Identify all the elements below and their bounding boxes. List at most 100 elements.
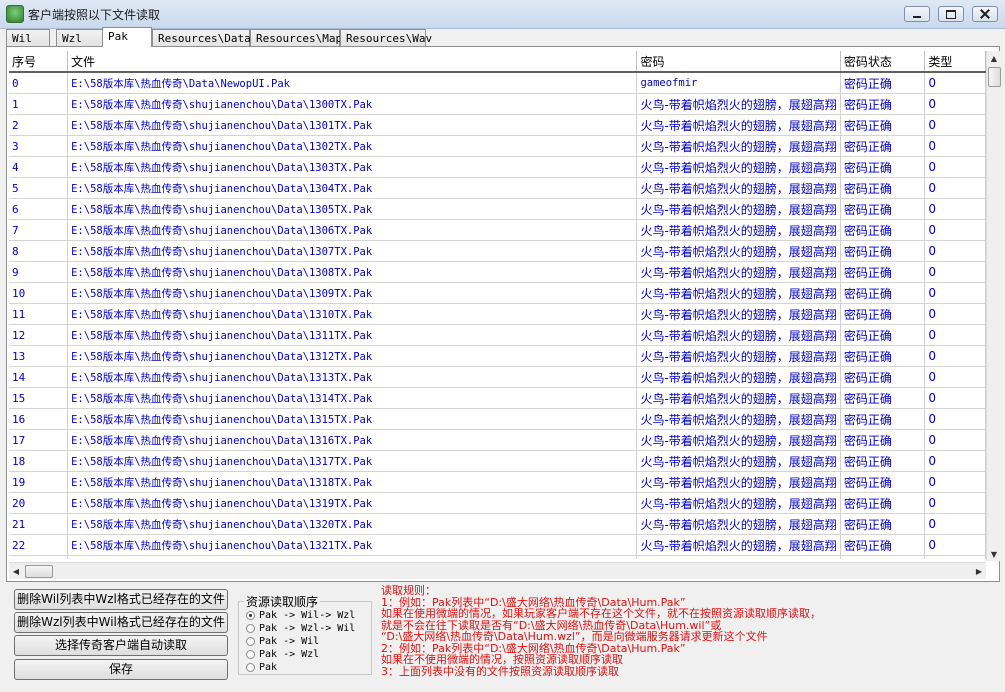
cell-type: 0 bbox=[924, 72, 986, 94]
tab-resources-map[interactable]: Resources\Map bbox=[250, 29, 342, 46]
cell-password: 火鸟-带着帜焰烈火的翅膀，展翅高翔 bbox=[636, 240, 841, 262]
order-option-label: Pak -> Wil bbox=[259, 636, 320, 647]
horizontal-scroll-thumb[interactable] bbox=[25, 565, 53, 578]
table-row[interactable]: 6 E:\58版本库\热血传奇\shujianenchou\Data\1305TX… bbox=[9, 198, 986, 220]
cell-password: 火鸟-带着帜焰烈火的翅膀，展翅高翔 bbox=[636, 555, 841, 559]
table-row[interactable]: 5 E:\58版本库\热血传奇\shujianenchou\Data\1304TX… bbox=[9, 177, 986, 199]
order-option-pak-wzl[interactable]: Pak -> Wzl bbox=[246, 648, 319, 661]
cell-type: 0 bbox=[924, 198, 986, 220]
table-row[interactable]: 14 E:\58版本库\热血传奇\shujianenchou\Data\1313T… bbox=[9, 366, 986, 388]
order-option-pak-wil-wzl[interactable]: Pak -> Wil-> Wzl bbox=[246, 609, 355, 622]
tab-resources-data[interactable]: Resources\Data bbox=[152, 29, 251, 46]
scroll-right-icon[interactable]: ▶ bbox=[972, 563, 986, 579]
column-header-password-status[interactable]: 密码状态 bbox=[840, 51, 926, 73]
minimize-icon bbox=[913, 15, 921, 18]
cell-password-status: 密码正确 bbox=[840, 366, 926, 388]
table-row[interactable]: 22 E:\58版本库\热血传奇\shujianenchou\Data\1321T… bbox=[9, 534, 986, 556]
column-header-type[interactable]: 类型 bbox=[924, 51, 986, 73]
order-option-pak-wil[interactable]: Pak -> Wil bbox=[246, 635, 319, 648]
cell-index: 11 bbox=[9, 303, 69, 325]
cell-password-status: 密码正确 bbox=[840, 345, 926, 367]
cell-file: E:\58版本库\热血传奇\shujianenchou\Data\1319TX.… bbox=[67, 492, 638, 514]
cell-password-status: 密码正确 bbox=[840, 324, 926, 346]
table-row[interactable]: 18 E:\58版本库\热血传奇\shujianenchou\Data\1317T… bbox=[9, 450, 986, 472]
save-button[interactable]: 保存 bbox=[14, 659, 228, 680]
scroll-up-icon[interactable]: ▲ bbox=[987, 51, 1001, 65]
table-row[interactable]: 21 E:\58版本库\热血传奇\shujianenchou\Data\1320T… bbox=[9, 513, 986, 535]
table-row[interactable]: 9 E:\58版本库\热血传奇\shujianenchou\Data\1308TX… bbox=[9, 261, 986, 283]
cell-index: 7 bbox=[9, 219, 69, 241]
cell-password: 火鸟-带着帜焰烈火的翅膀，展翅高翔 bbox=[636, 135, 841, 157]
cell-type: 0 bbox=[924, 240, 986, 262]
tab-wzl[interactable]: Wzl bbox=[56, 29, 104, 46]
table-row[interactable]: 4 E:\58版本库\热血传奇\shujianenchou\Data\1303TX… bbox=[9, 156, 986, 178]
table-row[interactable]: 0 E:\58版本库\热血传奇\Data\NewopUI.Pak gameofmir… bbox=[9, 72, 986, 94]
title-bar: 客户端按照以下文件读取 bbox=[0, 0, 1005, 29]
cell-password: 火鸟-带着帜焰烈火的翅膀，展翅高翔 bbox=[636, 471, 841, 493]
auto-read-client-button[interactable]: 选择传奇客户端自动读取 bbox=[14, 635, 228, 656]
column-header-file[interactable]: 文件 bbox=[67, 51, 638, 73]
cell-type: 0 bbox=[924, 93, 986, 115]
order-option-pak-wzl-wil[interactable]: Pak -> Wzl-> Wil bbox=[246, 622, 355, 635]
cell-index: 21 bbox=[9, 513, 69, 535]
cell-file: E:\58版本库\热血传奇\shujianenchou\Data\1306TX.… bbox=[67, 219, 638, 241]
minimize-button[interactable] bbox=[904, 6, 930, 22]
cell-index: 15 bbox=[9, 387, 69, 409]
cell-password-status: 密码正确 bbox=[840, 303, 926, 325]
column-header-index[interactable]: 序号 bbox=[9, 51, 69, 73]
tab-pak[interactable]: Pak bbox=[102, 27, 152, 47]
cell-type: 0 bbox=[924, 534, 986, 556]
cell-file: E:\58版本库\热血传奇\shujianenchou\Data\1310TX.… bbox=[67, 303, 638, 325]
table-row[interactable]: 23E:\58版本库\热血传奇\shujianenchou\Data\1322T… bbox=[9, 555, 986, 559]
table-row[interactable]: 13 E:\58版本库\热血传奇\shujianenchou\Data\1312T… bbox=[9, 345, 986, 367]
table-row[interactable]: 8 E:\58版本库\热血传奇\shujianenchou\Data\1307TX… bbox=[9, 240, 986, 262]
table-row[interactable]: 16 E:\58版本库\热血传奇\shujianenchou\Data\1315T… bbox=[9, 408, 986, 430]
cell-password: 火鸟-带着帜焰烈火的翅膀，展翅高翔 bbox=[636, 324, 841, 346]
cell-type: 0 bbox=[924, 114, 986, 136]
delete-wil-duplicates-button[interactable]: 删除Wil列表中Wzl格式已经存在的文件 bbox=[14, 589, 228, 610]
cell-file: E:\58版本库\热血传奇\shujianenchou\Data\1311TX.… bbox=[67, 324, 638, 346]
table-row[interactable]: 1 E:\58版本库\热血传奇\shujianenchou\Data\1300TX… bbox=[9, 93, 986, 115]
table-row[interactable]: 12 E:\58版本库\热血传奇\shujianenchou\Data\1311T… bbox=[9, 324, 986, 346]
cell-type: 0 bbox=[924, 135, 986, 157]
cell-file: E:\58版本库\热血传奇\shujianenchou\Data\1318TX.… bbox=[67, 471, 638, 493]
horizontal-scrollbar[interactable]: ◀ ▶ bbox=[9, 562, 986, 579]
table-row[interactable]: 10 E:\58版本库\热血传奇\shujianenchou\Data\1309T… bbox=[9, 282, 986, 304]
cell-password: 火鸟-带着帜焰烈火的翅膀，展翅高翔 bbox=[636, 387, 841, 409]
cell-file: E:\58版本库\热血传奇\shujianenchou\Data\1320TX.… bbox=[67, 513, 638, 535]
file-grid[interactable]: 序号 文件 密码 密码状态 类型 0 E:\58版本库\热血传奇\Data\New… bbox=[9, 51, 986, 559]
cell-password: 火鸟-带着帜焰烈火的翅膀，展翅高翔 bbox=[636, 408, 841, 430]
table-row[interactable]: 20 E:\58版本库\热血传奇\shujianenchou\Data\1319T… bbox=[9, 492, 986, 514]
tab-resources-wav[interactable]: Resources\Wav bbox=[340, 29, 432, 46]
cell-file: E:\58版本库\热血传奇\shujianenchou\Data\1313TX.… bbox=[67, 366, 638, 388]
column-header-password[interactable]: 密码 bbox=[636, 51, 841, 73]
table-row[interactable]: 19 E:\58版本库\热血传奇\shujianenchou\Data\1318T… bbox=[9, 471, 986, 493]
scroll-left-icon[interactable]: ◀ bbox=[9, 563, 23, 579]
cell-index: 20 bbox=[9, 492, 69, 514]
close-button[interactable] bbox=[972, 6, 998, 22]
cell-index: 23 bbox=[9, 555, 69, 559]
vertical-scrollbar[interactable]: ▲ ▼ bbox=[986, 51, 1001, 561]
order-option-label: Pak -> Wzl-> Wil bbox=[259, 623, 356, 634]
cell-password-status: 密码正确 bbox=[840, 156, 926, 178]
order-option-pak[interactable]: Pak bbox=[246, 661, 277, 674]
vertical-scroll-thumb[interactable] bbox=[988, 67, 1001, 87]
table-row[interactable]: 15 E:\58版本库\热血传奇\shujianenchou\Data\1314T… bbox=[9, 387, 986, 409]
scroll-down-icon[interactable]: ▼ bbox=[987, 547, 1001, 561]
tab-wil[interactable]: Wil bbox=[6, 29, 50, 46]
table-row[interactable]: 17 E:\58版本库\热血传奇\shujianenchou\Data\1316T… bbox=[9, 429, 986, 451]
cell-type: 0 bbox=[924, 513, 986, 535]
table-row[interactable]: 3 E:\58版本库\热血传奇\shujianenchou\Data\1302TX… bbox=[9, 135, 986, 157]
delete-wzl-duplicates-button[interactable]: 删除Wzl列表中Wil格式已经存在的文件 bbox=[14, 612, 228, 633]
order-option-label: Pak -> Wzl bbox=[259, 649, 320, 660]
table-row[interactable]: 7 E:\58版本库\热血传奇\shujianenchou\Data\1306TX… bbox=[9, 219, 986, 241]
cell-password-status: 密码正确 bbox=[840, 240, 926, 262]
table-row[interactable]: 2 E:\58版本库\热血传奇\shujianenchou\Data\1301TX… bbox=[9, 114, 986, 136]
maximize-button[interactable] bbox=[938, 6, 964, 22]
read-order-title: 资源读取顺序 bbox=[244, 593, 321, 610]
table-row[interactable]: 11 E:\58版本库\热血传奇\shujianenchou\Data\1310T… bbox=[9, 303, 986, 325]
cell-password-status: 密码正确 bbox=[840, 261, 926, 283]
cell-index: 17 bbox=[9, 429, 69, 451]
cell-index: 18 bbox=[9, 450, 69, 472]
cell-file: E:\58版本库\热血传奇\shujianenchou\Data\1322TX.… bbox=[67, 555, 638, 559]
